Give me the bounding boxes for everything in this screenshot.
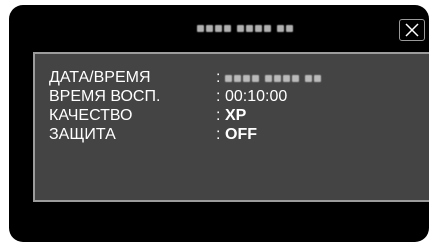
info-row-protect: ЗАЩИТА : OFF [49,126,409,144]
info-row-quality: КАЧЕСТВО : XP [49,107,409,125]
info-value: 00:10:00 [225,88,288,105]
info-value: OFF [225,126,257,143]
info-separator: : [216,107,221,124]
datetime-value-blurred [225,73,321,83]
info-label: ЗАЩИТА [49,126,116,143]
camera-screen: ДАТА/ВРЕМЯ : ВРЕМЯ ВОСП.: 00:10:00 КАЧЕ… [9,5,429,242]
info-separator: : [216,69,221,86]
info-separator: : [216,126,221,143]
info-value: XP [225,107,247,124]
info-label: КАЧЕСТВО [49,107,133,124]
info-separator: : [216,88,221,105]
close-button[interactable] [399,19,425,41]
info-row-playback-time: ВРЕМЯ ВОСП. : 00:10:00 [49,88,409,106]
close-icon [405,23,419,37]
header-date-blurred [197,23,293,33]
info-row-datetime: ДАТА/ВРЕМЯ : [49,69,409,87]
info-label: ВРЕМЯ ВОСП. [49,88,161,105]
info-panel: ДАТА/ВРЕМЯ : ВРЕМЯ ВОСП.: 00:10:00 КАЧЕ… [33,52,429,202]
info-label: ДАТА/ВРЕМЯ [49,69,151,86]
